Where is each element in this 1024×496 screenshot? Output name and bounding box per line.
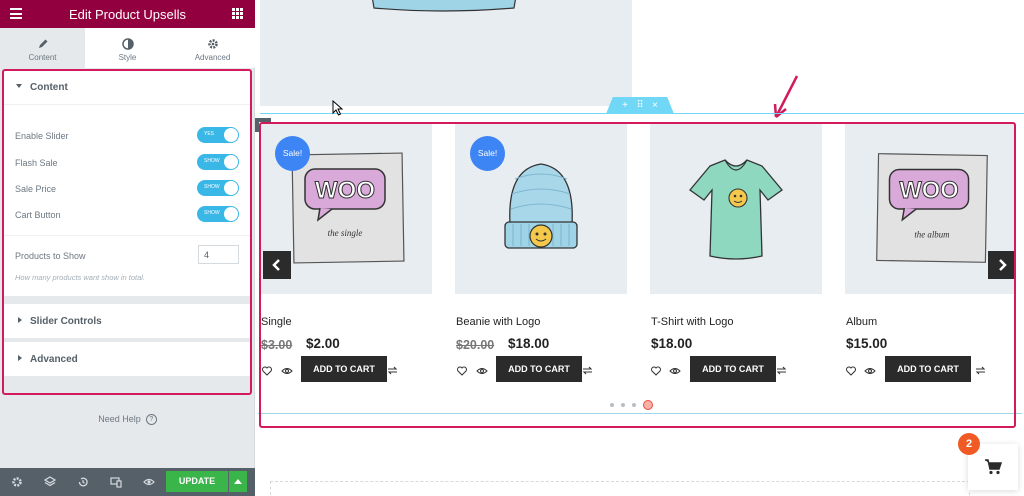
add-to-cart-button[interactable]: ADD TO CART <box>496 356 582 382</box>
wishlist-heart-icon[interactable] <box>651 366 661 376</box>
wishlist-heart-icon[interactable] <box>262 366 272 376</box>
add-to-cart-button[interactable]: ADD TO CART <box>690 356 776 382</box>
slider-prev-button[interactable] <box>263 251 291 279</box>
slider-next-button[interactable] <box>988 251 1016 279</box>
product-actions: ADD TO CART <box>650 356 822 384</box>
slider-dot[interactable] <box>632 403 636 407</box>
svg-text:WOO: WOO <box>315 177 375 204</box>
product-card: Sale! Beanie with Logo $20.00 $18.00 ADD… <box>455 124 627 382</box>
add-section-icon[interactable]: + <box>622 100 628 111</box>
product-regular-price: $20.00 <box>456 338 495 352</box>
slider-pagination <box>610 399 653 411</box>
svg-text:the album: the album <box>914 230 950 240</box>
slider-dot-active[interactable] <box>643 400 653 410</box>
product-price: $15.00 <box>846 336 888 351</box>
beanie-image-partial <box>372 0 516 12</box>
product-sale-price: $18.00 <box>508 336 550 351</box>
compare-icon[interactable] <box>387 365 398 376</box>
product-title[interactable]: Beanie with Logo <box>456 316 540 328</box>
add-to-cart-button[interactable]: ADD TO CART <box>301 356 387 382</box>
product-image[interactable] <box>650 124 822 294</box>
product-price: $18.00 <box>651 336 693 351</box>
svg-text:WOO: WOO <box>899 178 958 204</box>
widget-boundary-line <box>258 413 1022 414</box>
product-image[interactable]: Sale! <box>455 124 627 294</box>
annotation-arrow-right <box>774 75 799 118</box>
add-section-dropzone[interactable] <box>270 481 970 496</box>
quick-view-eye-icon[interactable] <box>669 366 681 376</box>
product-sale-price: $2.00 <box>306 336 340 351</box>
quick-view-eye-icon[interactable] <box>281 366 293 376</box>
wishlist-heart-icon[interactable] <box>846 366 856 376</box>
quick-view-eye-icon[interactable] <box>864 366 876 376</box>
product-title[interactable]: Single <box>261 316 292 328</box>
chevron-right-icon <box>999 259 1007 271</box>
sale-badge: Sale! <box>470 136 505 171</box>
product-actions: ADD TO CART <box>455 356 627 384</box>
close-icon[interactable]: × <box>652 100 658 111</box>
cart-count-badge: 2 <box>958 433 980 455</box>
previous-product-image <box>260 0 632 106</box>
compare-icon[interactable] <box>582 365 593 376</box>
product-title[interactable]: T-Shirt with Logo <box>651 316 734 328</box>
product-actions: ADD TO CART <box>260 356 432 384</box>
slider-dot[interactable] <box>621 403 625 407</box>
mouse-cursor-icon <box>332 100 344 116</box>
product-title[interactable]: Album <box>846 316 877 328</box>
product-regular-price: $3.00 <box>261 338 293 352</box>
tshirt-icon <box>689 159 783 260</box>
slider-dot[interactable] <box>610 403 614 407</box>
add-to-cart-button[interactable]: ADD TO CART <box>885 356 971 382</box>
product-card: T-Shirt with Logo $18.00 ADD TO CART <box>650 124 822 382</box>
chevron-left-icon <box>272 259 280 271</box>
svg-text:the single: the single <box>328 228 363 238</box>
sale-badge: Sale! <box>275 136 310 171</box>
compare-icon[interactable] <box>975 365 986 376</box>
section-handle[interactable]: + ⠿ × <box>606 97 674 114</box>
compare-icon[interactable] <box>776 365 787 376</box>
quick-view-eye-icon[interactable] <box>476 366 488 376</box>
shopping-cart-icon <box>985 459 1002 475</box>
drag-handle-icon[interactable]: ⠿ <box>636 100 643 111</box>
product-actions: ADD TO CART <box>845 356 1017 384</box>
wishlist-heart-icon[interactable] <box>457 366 467 376</box>
